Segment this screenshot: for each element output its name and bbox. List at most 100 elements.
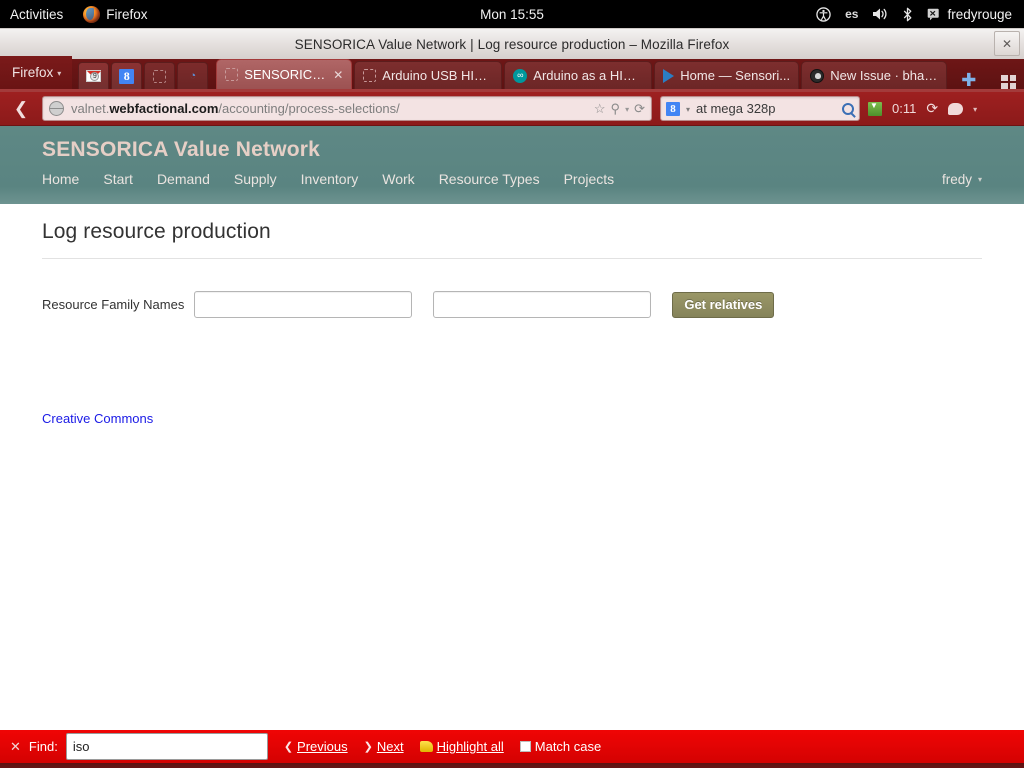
find-previous-button[interactable]: ❮ Previous bbox=[284, 739, 348, 754]
bookmarks-toolbar: ✕ MuuTTa ▾ Sensorica ▾ Mozilla ▾ bbox=[0, 763, 1024, 768]
match-case-checkbox[interactable]: Match case bbox=[519, 739, 602, 754]
chat-bubble-icon[interactable] bbox=[948, 102, 964, 115]
page-title: Log resource production bbox=[42, 204, 982, 259]
window-title: SENSORICA Value Network | Log resource p… bbox=[294, 36, 730, 52]
pocket-icon[interactable]: ⚲ bbox=[611, 101, 621, 117]
search-input[interactable]: at mega 328p bbox=[696, 101, 836, 116]
user-label: fredyrouge bbox=[947, 6, 1012, 22]
volume-icon[interactable] bbox=[872, 7, 888, 21]
accessibility-icon[interactable] bbox=[816, 6, 831, 22]
site-header: SENSORICA Value Network Home Start Deman… bbox=[0, 126, 1024, 204]
google-icon[interactable]: 8 bbox=[666, 101, 680, 116]
find-previous-label: Previous bbox=[297, 739, 348, 754]
url-bar[interactable]: valnet.webfactional.com/accounting/proce… bbox=[42, 96, 652, 121]
nav-item-resource-types[interactable]: Resource Types bbox=[439, 171, 540, 187]
resource-family-input-1[interactable] bbox=[194, 291, 413, 318]
tab-close-icon[interactable]: ✕ bbox=[333, 68, 343, 82]
screen: Activities Firefox Mon 15:55 es fredyrou… bbox=[0, 0, 1024, 768]
chevron-left-icon: ❮ bbox=[283, 741, 294, 753]
sync-icon[interactable]: ⟳ bbox=[926, 100, 938, 117]
chevron-down-icon[interactable]: ▾ bbox=[973, 105, 977, 114]
keyboard-layout-indicator[interactable]: es bbox=[845, 7, 858, 21]
bluetooth-icon[interactable] bbox=[902, 7, 913, 22]
tab-arduino-as-hid[interactable]: Arduino as a HID ... bbox=[504, 61, 653, 89]
navigation-toolbar: ❮ valnet.webfactional.com/accounting/pro… bbox=[0, 92, 1024, 126]
checkbox-icon bbox=[519, 741, 531, 752]
nav-item-demand[interactable]: Demand bbox=[157, 171, 210, 187]
toolbar-right-icons: 0:11 ⟳ ▾ bbox=[868, 100, 979, 117]
site-user-menu[interactable]: fredy ▾ bbox=[942, 172, 982, 187]
blank-favicon-icon bbox=[225, 68, 239, 81]
tab-sensorica[interactable]: SENSORICA V... ✕ bbox=[216, 59, 353, 89]
nav-item-inventory[interactable]: Inventory bbox=[301, 171, 359, 187]
resource-family-input-2[interactable] bbox=[433, 291, 652, 318]
reload-icon[interactable]: ⟳ bbox=[634, 101, 645, 117]
url-bar-icons: ☆ ⚲ ▾ ⟳ bbox=[594, 101, 645, 117]
url-path: /accounting/process-selections/ bbox=[218, 101, 400, 116]
active-app-label: Firefox bbox=[106, 6, 148, 22]
chevron-down-icon[interactable]: ▾ bbox=[686, 105, 690, 114]
tab-arduino-usb-hid[interactable]: Arduino USB HID... bbox=[354, 61, 503, 89]
get-relatives-button[interactable]: Get relatives bbox=[672, 291, 775, 318]
chevron-down-icon[interactable]: ▾ bbox=[625, 105, 629, 114]
globe-icon bbox=[48, 101, 64, 116]
pinned-tab-blank[interactable] bbox=[144, 62, 176, 89]
activities-button[interactable]: Activities bbox=[0, 7, 75, 22]
list-all-tabs-button[interactable] bbox=[993, 75, 1024, 89]
site-user-label: fredy bbox=[941, 171, 972, 187]
gmail-unread-badge: 9 bbox=[90, 72, 100, 81]
user-menu[interactable]: fredyrouge bbox=[927, 7, 1012, 22]
find-next-label: Next bbox=[376, 739, 404, 754]
find-input[interactable]: iso bbox=[65, 733, 268, 760]
tab-strip: Firefox ▾ 9 8 ◔ SENSORICA ✕ Arduino USB … bbox=[0, 56, 1024, 92]
magnifier-icon[interactable] bbox=[842, 102, 854, 115]
nav-item-start[interactable]: Start bbox=[103, 171, 133, 187]
tab-label: Arduino USB HID... bbox=[382, 68, 494, 83]
tab-label: New Issue · bhau... bbox=[830, 68, 939, 83]
firefox-logo-icon bbox=[83, 5, 101, 23]
tab-new-issue[interactable]: New Issue · bhau... bbox=[801, 61, 948, 89]
window-close-button[interactable]: ✕ bbox=[994, 31, 1020, 56]
nav-item-work[interactable]: Work bbox=[382, 171, 414, 187]
back-arrow-icon[interactable]: ❮ bbox=[8, 96, 34, 122]
google-plus-icon: 8 bbox=[119, 68, 135, 84]
pinned-tab-google[interactable]: 8 bbox=[111, 62, 143, 89]
blank-favicon-icon bbox=[363, 69, 377, 82]
match-case-label: Match case bbox=[534, 739, 602, 754]
star-icon[interactable]: ☆ bbox=[594, 101, 606, 117]
chevron-right-icon: ❯ bbox=[363, 741, 373, 753]
pinned-tab-gmail[interactable]: 9 bbox=[78, 62, 110, 89]
url-prefix: valnet. bbox=[71, 101, 110, 116]
grid-icon bbox=[1001, 75, 1016, 89]
active-app-indicator[interactable]: Firefox bbox=[75, 5, 155, 23]
new-tab-button[interactable]: ✚ bbox=[949, 71, 988, 89]
download-icon[interactable] bbox=[868, 101, 882, 116]
tab-home-sensorica[interactable]: Home — Sensori... bbox=[654, 61, 800, 89]
download-time-label: 0:11 bbox=[892, 101, 917, 116]
nav-item-home[interactable]: Home bbox=[42, 171, 79, 187]
highlight-all-button[interactable]: Highlight all bbox=[419, 739, 504, 754]
gnome-top-panel: Activities Firefox Mon 15:55 es fredyrou… bbox=[0, 0, 1024, 28]
nav-item-projects[interactable]: Projects bbox=[564, 171, 615, 187]
firefox-window: SENSORICA Value Network | Log resource p… bbox=[0, 28, 1024, 768]
search-bar[interactable]: 8 ▾ at mega 328p bbox=[660, 96, 860, 121]
firefox-menu-button[interactable]: Firefox ▾ bbox=[0, 56, 73, 89]
tab-label: SENSORICA V... bbox=[244, 67, 325, 82]
blank-favicon-icon bbox=[153, 69, 167, 83]
firefox-menu-label: Firefox bbox=[12, 65, 54, 80]
site-title: SENSORICA Value Network bbox=[42, 138, 321, 161]
window-titlebar: SENSORICA Value Network | Log resource p… bbox=[0, 28, 1024, 59]
nav-item-supply[interactable]: Supply bbox=[234, 171, 277, 187]
creative-commons-link[interactable]: Creative Commons bbox=[42, 411, 153, 426]
tab-label: Arduino as a HID ... bbox=[533, 68, 644, 83]
github-icon bbox=[810, 68, 825, 83]
find-bar: ✕ Find: iso ❮ Previous ❯ Next Highlight … bbox=[0, 728, 1024, 763]
highlight-all-label: Highlight all bbox=[436, 739, 504, 754]
tab-label: Home — Sensori... bbox=[680, 68, 791, 83]
chevron-down-icon: ▾ bbox=[57, 69, 62, 78]
find-close-icon[interactable]: ✕ bbox=[8, 739, 29, 755]
site-navigation: Home Start Demand Supply Inventory Work … bbox=[42, 171, 982, 187]
play-icon bbox=[663, 68, 675, 83]
pinned-tab-blue[interactable]: ◔ bbox=[177, 62, 209, 89]
find-next-button[interactable]: ❯ Next bbox=[364, 739, 404, 754]
